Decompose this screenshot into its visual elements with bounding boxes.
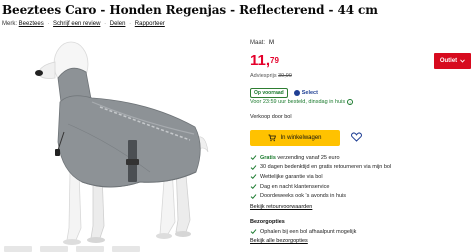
- select-badge[interactable]: Select: [293, 90, 318, 96]
- thumbnail[interactable]: [76, 246, 104, 252]
- check-icon: [250, 184, 257, 190]
- usp-item: Wettelijke garantie via bol: [250, 172, 391, 182]
- check-icon: [250, 229, 257, 235]
- select-label: Select: [301, 90, 318, 96]
- check-icon: [250, 165, 257, 170]
- separator: ·: [129, 21, 132, 27]
- buy-block: Maat: M 11,79 Adviesprijs 39,99 Op voorra…: [250, 0, 475, 252]
- delivery-text: Voor 23:59 uur besteld, dinsdag in huis: [250, 99, 346, 105]
- review-link[interactable]: Schrijf een review: [53, 21, 100, 27]
- price-cents: 79: [270, 56, 279, 65]
- chevron-down-icon: [460, 59, 466, 63]
- outlet-button[interactable]: Outlet: [434, 53, 471, 69]
- usp-text: Wettelijke garantie via bol: [260, 173, 323, 180]
- wishlist-heart-icon[interactable]: [351, 132, 362, 142]
- size-value: M: [269, 40, 275, 46]
- cart-button-label: In winkelwagen: [280, 135, 322, 141]
- size-label: Maat:: [250, 40, 266, 46]
- size-selector[interactable]: Maat: M: [250, 40, 274, 46]
- check-icon: [250, 174, 257, 180]
- thumbnail[interactable]: [112, 246, 140, 252]
- usp-text: 30 dagen bedenktijd en gratis retournere…: [260, 164, 392, 171]
- seller-text: Verkoop door bol: [250, 114, 292, 120]
- info-icon[interactable]: i: [347, 99, 354, 105]
- check-icon: [250, 155, 257, 161]
- share-link[interactable]: Delen: [110, 21, 126, 27]
- separator: ·: [104, 21, 107, 27]
- dog-raincoat-illustration: [35, 41, 209, 245]
- advice-price: Adviesprijs 39,99: [250, 73, 292, 79]
- add-to-cart-button[interactable]: In winkelwagen: [250, 130, 340, 146]
- pickup-option: Ophalen bij een bol afhaalpunt mogelijk: [250, 228, 356, 235]
- delivery-promise: Voor 23:59 uur besteld, dinsdag in huis …: [250, 99, 354, 105]
- stock-badge: Op voorraad: [250, 88, 288, 98]
- usp-text: verzending vanaf 25 euro: [275, 154, 340, 161]
- usp-text: Doordeweeks ook 's avonds in huis: [260, 193, 347, 200]
- usp-item: Gratis verzending vanaf 25 euro: [250, 153, 391, 163]
- brand-link[interactable]: Beeztees: [19, 21, 44, 27]
- delivery-options-title: Bezorgopties: [250, 219, 285, 225]
- stock-row: Op voorraad Select: [250, 88, 318, 98]
- usp-item: Doordeweeks ook 's avonds in huis: [250, 191, 391, 201]
- thumbnail-strip: [4, 246, 140, 252]
- usp-item: 30 dagen bedenktijd en gratis retournere…: [250, 163, 391, 173]
- separator: ·: [47, 21, 50, 27]
- usp-list: Gratis verzending vanaf 25 euro 30 dagen…: [250, 153, 391, 201]
- delivery-options-link[interactable]: Bekijk alle bezorgopties: [250, 238, 308, 244]
- cart-icon: [268, 134, 277, 142]
- pickup-text: Ophalen bij een bol afhaalpunt mogelijk: [260, 228, 357, 235]
- price-main: 11,: [250, 52, 271, 69]
- thumbnail[interactable]: [40, 246, 68, 252]
- advice-label: Adviesprijs: [250, 73, 277, 79]
- price: 11,79: [250, 53, 279, 68]
- usp-text: Dag en nacht klantenservice: [260, 183, 330, 190]
- select-logo-icon: [293, 90, 300, 96]
- usp-bold: Gratis: [260, 154, 276, 161]
- check-icon: [250, 193, 257, 199]
- returns-link[interactable]: Bekijk retourvoorwaarden: [250, 204, 312, 210]
- outlet-label: Outlet: [439, 58, 458, 64]
- product-meta: Merk: Beeztees · Schrijf een review · De…: [2, 21, 165, 27]
- usp-item: Dag en nacht klantenservice: [250, 182, 391, 192]
- brand-label: Merk:: [2, 21, 17, 27]
- product-image[interactable]: [0, 32, 240, 252]
- thumbnail[interactable]: [4, 246, 32, 252]
- report-link[interactable]: Rapporteer: [135, 21, 165, 27]
- advice-value: 39,99: [278, 73, 292, 79]
